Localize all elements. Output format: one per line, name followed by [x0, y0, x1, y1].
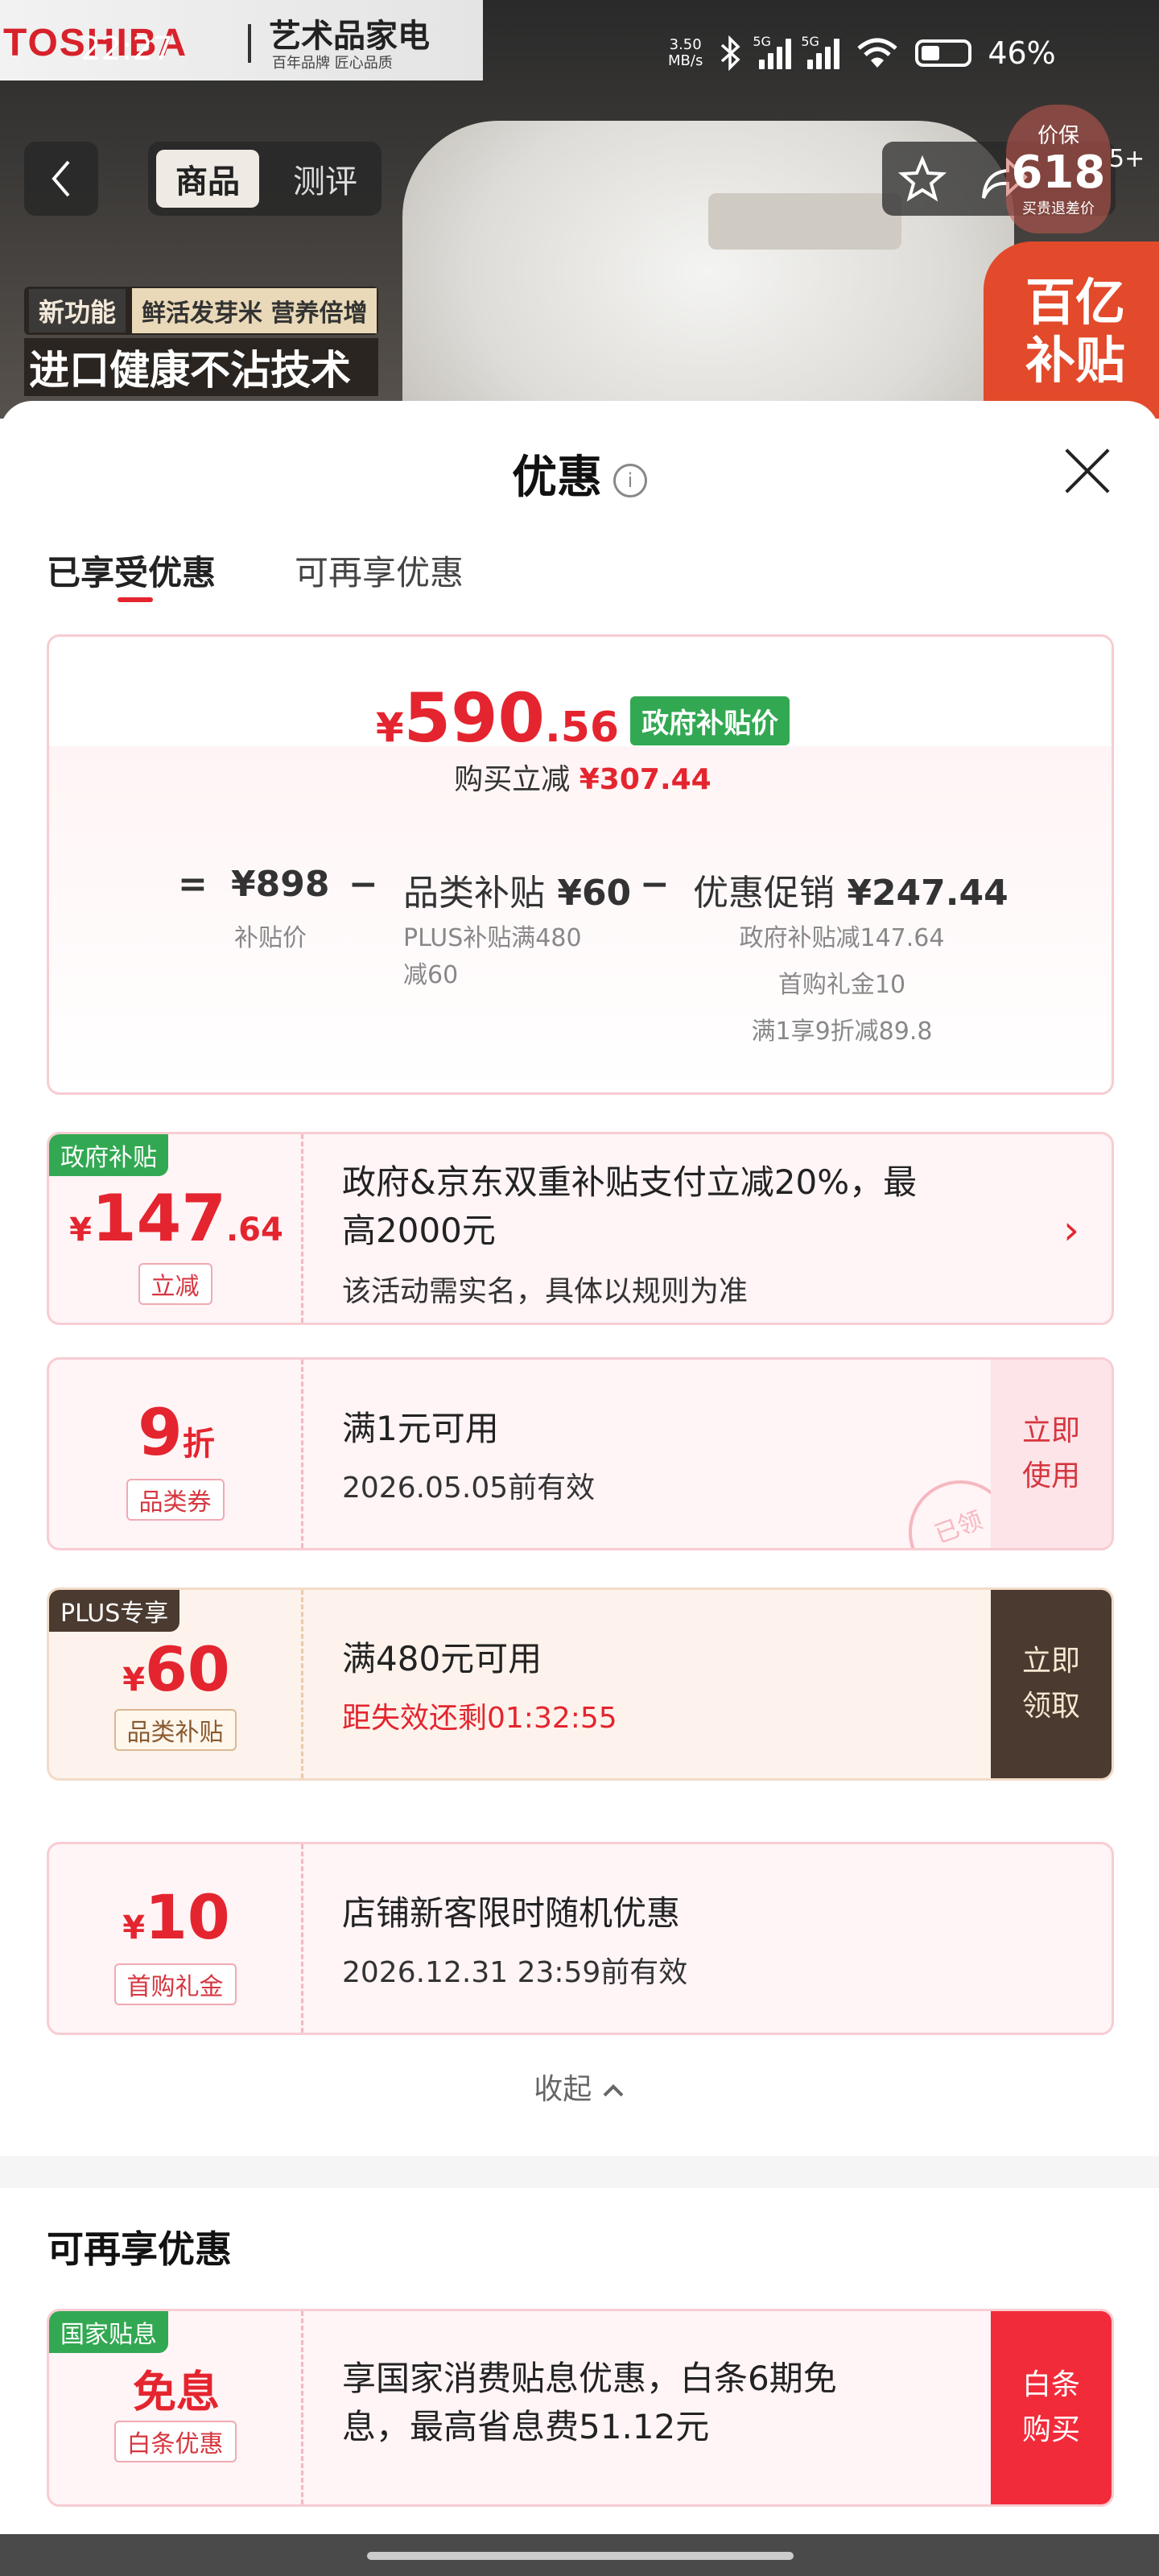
base-price: ¥898 — [231, 864, 330, 905]
coupon-first-purchase: ¥10 首购礼金 店铺新客限时随机优惠 2026.12.31 23:59前有效 — [47, 1842, 1114, 2035]
tab-more-discounts[interactable]: 可再享优惠 — [295, 546, 464, 595]
discount-sheet: 优惠 i 已享受优惠 可再享优惠 ¥590.56 政府补贴价 购买立减 ¥307.4… — [0, 401, 1159, 2534]
coupon-value-area: 国家贴息 免息 白条优惠 — [49, 2311, 303, 2504]
wifi-icon — [857, 38, 897, 68]
price-guarantee-badge: 价保 618 买贵退差价 — [1006, 105, 1111, 233]
more-discounts-title: 可再享优惠 — [47, 2227, 232, 2271]
claim-now-button[interactable]: 立即 领取 — [991, 1590, 1112, 1778]
coupon-value-area: PLUS专享 ¥60 品类补贴 — [49, 1590, 303, 1778]
chevron-up-icon — [603, 2084, 624, 2097]
brand-title: 艺术品家电 — [269, 18, 430, 55]
brand-subtitle: 百年品牌 匠心品质 — [272, 55, 393, 72]
coupon-corner-tag: 国家贴息 — [49, 2311, 168, 2353]
tab-product[interactable]: 商品 — [156, 150, 259, 208]
coupon-amount: 9折 — [138, 1395, 215, 1470]
use-now-button[interactable]: 立即 使用 — [991, 1360, 1112, 1548]
signal-icon-1: 5G — [753, 34, 792, 69]
coupon-amount: 免息 — [133, 2367, 220, 2417]
coupon-corner-tag: 政府补贴 — [49, 1134, 168, 1176]
coupon-type-tag: 首购礼金 — [113, 1963, 237, 2005]
collapse-button[interactable]: 收起 — [0, 2066, 1159, 2107]
close-icon[interactable] — [1064, 448, 1111, 494]
coupon-description: 享国家消费贴息优惠，白条6期免 息，最高省息费51.12元 — [342, 2359, 837, 2446]
base-price-label: 补贴价 — [234, 924, 307, 952]
coupon-type-tag: 品类券 — [126, 1479, 225, 1521]
coupon-expiry: 2026.05.05前有效 — [342, 1472, 596, 1505]
brand-banner: TOSHIBA 艺术品家电 百年品牌 匠心品质 — [0, 0, 483, 80]
gov-subsidy-price-tag: 政府补贴价 — [630, 696, 790, 745]
coupon-condition: 满480元可用 — [342, 1639, 542, 1678]
signal-icon-2: 5G — [801, 34, 840, 69]
coupon-countdown: 距失效还剩01:32:55 — [342, 1702, 617, 1735]
category-subsidy: 品类补贴 ¥60 — [403, 873, 632, 914]
star-icon[interactable] — [898, 155, 947, 203]
coupon-note: 该活动需实名，具体以规则为准 — [342, 1275, 749, 1308]
coupon-category-discount: 9折 品类券 满1元可用 2026.05.05前有效 已领 立即 使用 — [47, 1357, 1114, 1550]
coupon-value-area: 政府补贴 ¥147.64 立减 — [49, 1134, 303, 1323]
coupon-value-area: ¥10 首购礼金 — [49, 1844, 303, 2033]
coupon-condition: 满1元可用 — [342, 1409, 499, 1448]
coupon-amount: ¥147.64 — [69, 1181, 283, 1256]
coupon-expiry: 2026.12.31 23:59前有效 — [342, 1956, 688, 1989]
instant-reduction: 购买立减 ¥307.44 — [454, 763, 711, 796]
new-feature-label: 新功能 — [29, 289, 126, 332]
coupon-interest-free: 国家贴息 免息 白条优惠 享国家消费贴息优惠，白条6期免 息，最高省息费51.1… — [47, 2309, 1114, 2507]
tab-enjoyed-discounts[interactable]: 已享受优惠 — [47, 546, 216, 595]
battery-icon — [915, 39, 972, 67]
brand-separator — [248, 24, 251, 63]
status-time: 22:27 — [80, 31, 174, 68]
hero-tagline: 进口健康不沾技术 — [24, 338, 378, 396]
info-icon[interactable]: i — [613, 463, 647, 497]
coupon-type-tag: 品类补贴 — [113, 1709, 237, 1751]
back-button[interactable] — [24, 142, 98, 216]
badge-plus: 5+ — [1109, 145, 1145, 173]
coupon-type-tag: 白条优惠 — [113, 2421, 237, 2462]
promo-discount-detail: 政府补贴减147.64 首购礼金10 满1享9折减89.8 — [739, 924, 945, 1046]
product-panel — [708, 193, 901, 250]
coupon-plus-exclusive: PLUS专享 ¥60 品类补贴 满480元可用 距失效还剩01:32:55 立即… — [47, 1587, 1114, 1781]
promo-discount: 优惠促销 ¥247.44 — [693, 873, 1008, 914]
sheet-title: 优惠 i — [0, 441, 1159, 506]
new-feature-text: 鲜活发芽米 营养倍增 — [132, 288, 377, 333]
price-summary-card: ¥590.56 政府补贴价 购买立减 ¥307.44 = ¥898 补贴价 − 品… — [47, 634, 1114, 1095]
chevron-left-icon — [52, 160, 70, 197]
section-divider — [0, 2156, 1159, 2188]
top-tabs: 商品 测评 — [148, 142, 382, 216]
coupon-corner-tag: PLUS专享 — [49, 1590, 180, 1632]
baitiao-buy-button[interactable]: 白条 购买 — [991, 2311, 1112, 2504]
tab-review[interactable]: 测评 — [277, 150, 373, 208]
home-indicator[interactable] — [367, 2552, 794, 2560]
coupon-amount: ¥60 — [122, 1633, 230, 1705]
chevron-right-icon[interactable]: › — [1063, 1207, 1079, 1253]
minus-sign-2: − — [640, 864, 670, 905]
tab-active-indicator — [118, 597, 153, 602]
coupon-value-area: 9折 品类券 — [49, 1360, 303, 1548]
gesture-bar — [0, 2534, 1159, 2576]
coupon-type-tag: 立减 — [138, 1263, 212, 1305]
status-icons: 3.50 MB/s 5G 5G 46% — [668, 29, 1056, 77]
new-feature-banner: 新功能 鲜活发芽米 营养倍增 — [24, 287, 378, 335]
minus-sign-1: − — [349, 864, 378, 905]
coupon-gov-subsidy[interactable]: 政府补贴 ¥147.64 立减 政府&京东双重补贴支付立减20%，最 高2000… — [47, 1132, 1114, 1325]
product-hero: TOSHIBA 艺术品家电 百年品牌 匠心品质 22:27 3.50 MB/s … — [0, 0, 1159, 419]
coupon-condition: 店铺新客限时随机优惠 — [342, 1893, 681, 1933]
battery-percent: 46% — [988, 35, 1056, 71]
net-speed: 3.50 MB/s — [668, 36, 703, 69]
bluetooth-icon — [721, 35, 740, 71]
coupon-amount: ¥10 — [122, 1881, 230, 1953]
billion-subsidy-badge: 百亿 补贴 — [984, 242, 1159, 419]
final-price: ¥590.56 政府补贴价 — [49, 679, 1116, 758]
equals-sign: = — [178, 864, 208, 905]
coupon-description: 政府&京东双重补贴支付立减20%，最 高2000元 — [342, 1162, 918, 1250]
category-subsidy-detail: PLUS补贴满480 减60 — [403, 924, 582, 989]
